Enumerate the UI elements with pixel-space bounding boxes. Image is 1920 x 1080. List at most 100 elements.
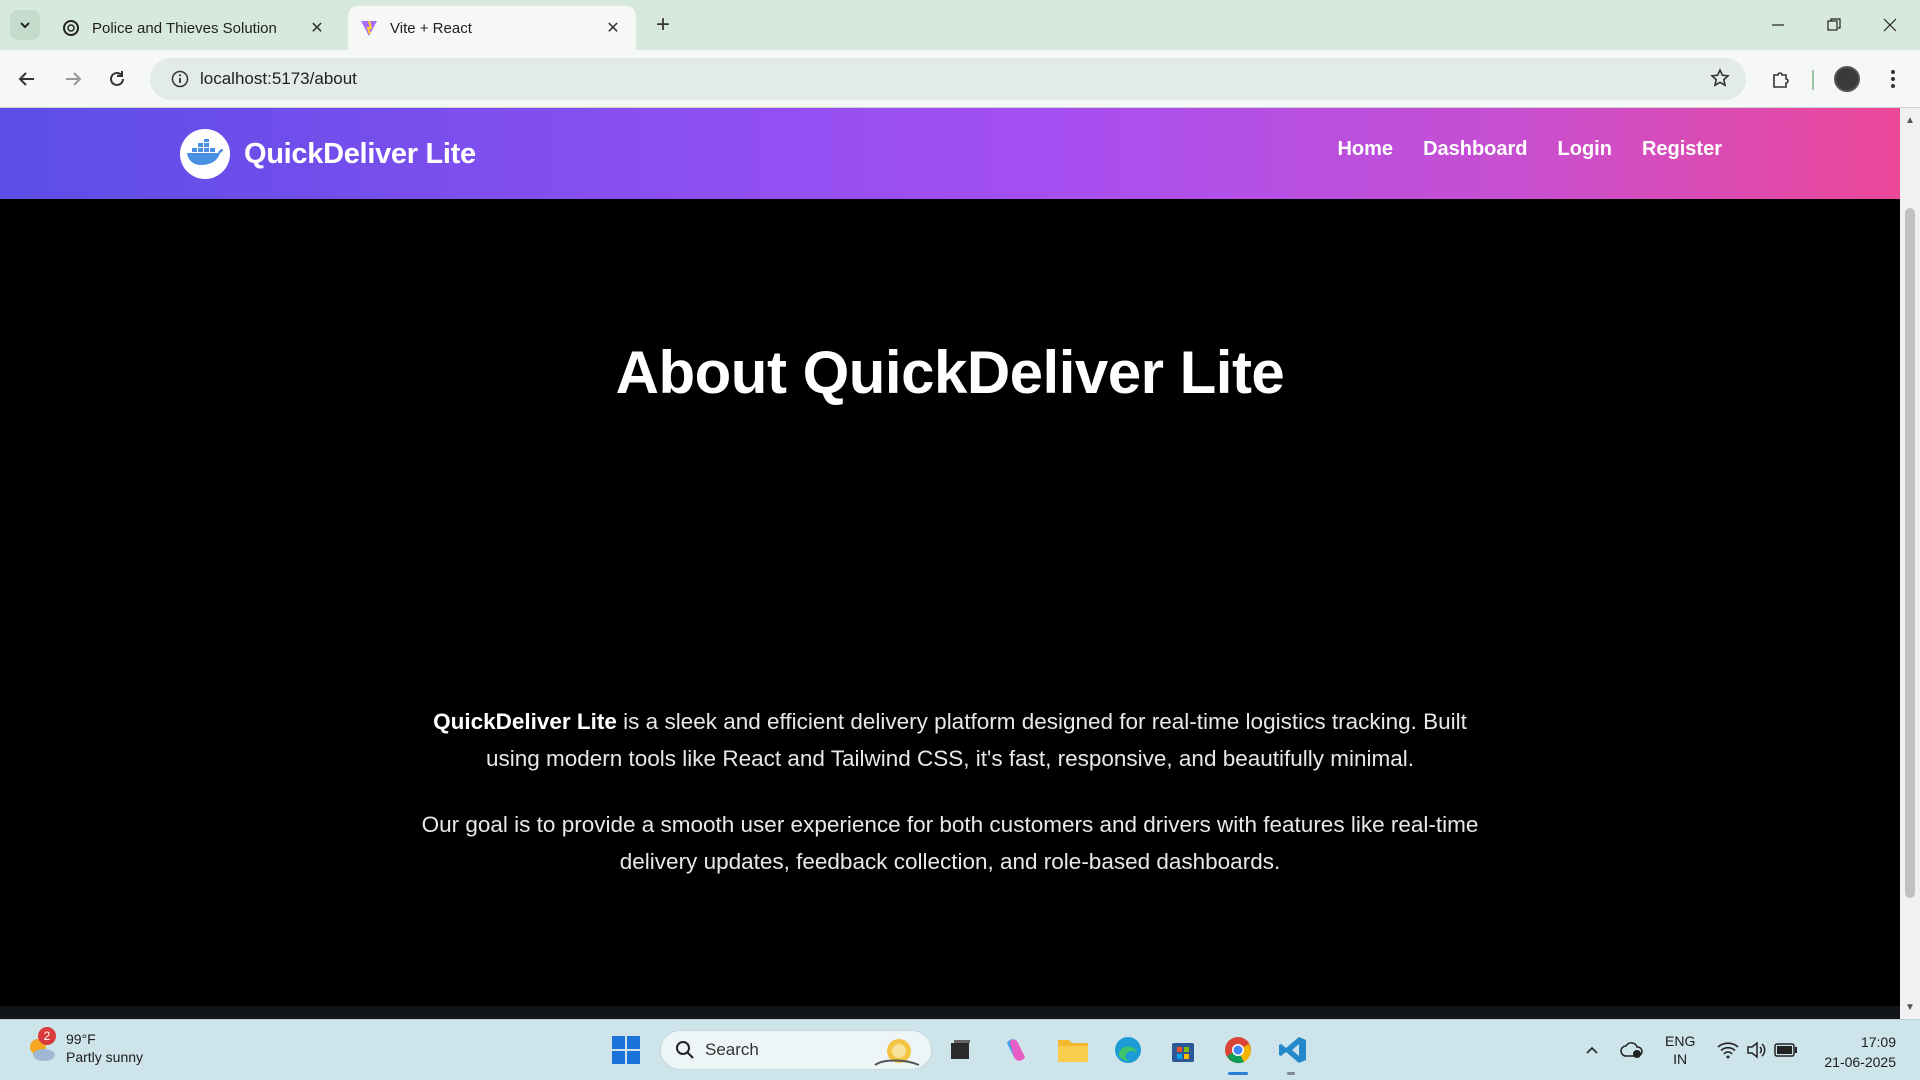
url-text: localhost:5173/about (200, 69, 357, 88)
arrow-left-icon (18, 72, 34, 86)
battery-button[interactable] (1768, 1032, 1804, 1068)
nav-link-register[interactable]: Register (1642, 138, 1722, 161)
tab-title: Vite + React (390, 19, 472, 37)
clock-date: 21-06-2025 (1824, 1054, 1896, 1070)
region-code: IN (1673, 1051, 1688, 1067)
chevron-down-icon (20, 22, 30, 29)
tab-search-button[interactable] (10, 10, 40, 40)
speaker-icon (1747, 1041, 1766, 1059)
scroll-up-arrow-icon[interactable]: ▲ (1904, 114, 1916, 126)
back-button[interactable] (12, 64, 42, 94)
partly-sunny-icon: 2 (24, 1027, 58, 1065)
wifi-icon (1717, 1042, 1739, 1059)
tab-police-thieves[interactable]: Police and Thieves Solution ✕ (50, 6, 340, 50)
task-view-icon (951, 1040, 970, 1059)
microsoft-store-button[interactable] (1165, 1032, 1201, 1068)
brand-link[interactable]: QuickDeliver Lite (180, 129, 476, 179)
close-icon (1883, 18, 1897, 32)
chrome-icon (1225, 1037, 1251, 1064)
search-placeholder: Search (705, 1040, 759, 1059)
about-paragraph-1-text: is a sleek and efficient delivery platfo… (485, 709, 1467, 771)
bookmark-star-icon[interactable] (1710, 68, 1730, 93)
tab-strip: Police and Thieves Solution ✕ Vite + Rea… (0, 0, 1920, 50)
page-viewport: QuickDeliver Lite Home Dashboard Login R… (0, 108, 1900, 1019)
page-scrollbar[interactable]: ▲ ▼ (1900, 108, 1920, 1019)
about-paragraph-2: Our goal is to provide a smooth user exp… (421, 812, 1479, 874)
site-info-icon[interactable] (160, 70, 200, 88)
restore-button[interactable] (1806, 0, 1862, 50)
close-icon[interactable]: ✕ (602, 17, 624, 39)
temperature: 99°F (66, 1031, 96, 1047)
extensions-button[interactable] (1766, 64, 1796, 94)
language-code: ENG (1665, 1033, 1696, 1049)
language-indicator[interactable]: ENG IN (1665, 1032, 1695, 1068)
weather-condition: Partly sunny (66, 1049, 144, 1065)
forward-button[interactable] (58, 64, 88, 94)
weather-widget[interactable]: 2 99°F Partly sunny (24, 1027, 143, 1066)
scroll-thumb[interactable] (1905, 208, 1915, 898)
minimize-button[interactable] (1750, 0, 1806, 50)
file-explorer-button[interactable] (1055, 1032, 1091, 1068)
close-window-button[interactable] (1862, 0, 1918, 50)
reload-button[interactable] (102, 64, 132, 94)
brand-highlight: QuickDeliver Lite (433, 709, 617, 734)
vscode-icon (1279, 1037, 1306, 1063)
close-icon[interactable]: ✕ (306, 17, 328, 39)
edge-icon (1115, 1037, 1141, 1063)
profile-button[interactable] (1832, 64, 1862, 94)
vscode-button[interactable] (1275, 1032, 1311, 1068)
avatar (1834, 66, 1860, 92)
battery-icon (1774, 1043, 1797, 1057)
start-button[interactable] (608, 1032, 644, 1068)
copilot-icon (1007, 1039, 1025, 1061)
taskbar-search[interactable]: Search (660, 1030, 932, 1070)
windows-logo-icon (612, 1036, 640, 1064)
chrome-button[interactable] (1220, 1032, 1256, 1068)
toolbar-divider (1812, 70, 1814, 90)
nav-links: Home Dashboard Login Register (1307, 138, 1722, 161)
scroll-down-arrow-icon[interactable]: ▼ (1904, 1001, 1916, 1013)
address-bar[interactable]: localhost:5173/about (150, 58, 1746, 100)
task-view-button[interactable] (942, 1032, 978, 1068)
folder-icon (1058, 1040, 1088, 1062)
docker-whale-logo-icon (180, 129, 230, 179)
nav-link-dashboard[interactable]: Dashboard (1423, 138, 1527, 161)
browser-toolbar: localhost:5173/about (0, 50, 1920, 108)
more-vertical-icon (1891, 70, 1895, 88)
brand-name: QuickDeliver Lite (244, 137, 476, 170)
page-title: About QuickDeliver Lite (615, 339, 1285, 406)
clock-time: 17:09 (1860, 1034, 1896, 1050)
browser-menu-button[interactable] (1878, 64, 1908, 94)
tab-title: Police and Thieves Solution (92, 19, 277, 37)
weather-alert-badge: 2 (38, 1027, 56, 1045)
store-icon (1172, 1043, 1194, 1062)
vscode-open-indicator (1287, 1072, 1295, 1075)
site-navbar: QuickDeliver Lite Home Dashboard Login R… (0, 108, 1900, 199)
minimize-icon (1772, 24, 1784, 26)
restore-icon (1827, 18, 1841, 31)
openai-icon (62, 19, 80, 37)
about-paragraph-1: QuickDeliver Lite is a sleek and efficie… (405, 703, 1495, 777)
nav-link-home[interactable]: Home (1337, 138, 1393, 161)
clock[interactable]: 17:09 21-06-2025 (1818, 1032, 1896, 1072)
search-highlight-icon (874, 1039, 920, 1066)
arrow-right-icon (66, 72, 82, 86)
vite-icon (360, 19, 378, 37)
cloud-sync-icon (1620, 1042, 1643, 1058)
chrome-active-indicator (1228, 1072, 1248, 1075)
puzzle-icon (1773, 72, 1789, 88)
edge-button[interactable] (1110, 1032, 1146, 1068)
new-tab-button[interactable]: + (650, 11, 676, 38)
search-icon (676, 1041, 694, 1059)
weather-text: 99°F Partly sunny (66, 1030, 143, 1066)
taskbar: 2 99°F Partly sunny Search ENG IN 17:09 … (0, 1019, 1920, 1080)
nav-link-login[interactable]: Login (1558, 138, 1612, 161)
tab-vite-react[interactable]: Vite + React ✕ (348, 6, 636, 50)
chevron-up-icon (1586, 1046, 1598, 1054)
reload-icon (110, 71, 124, 86)
footer-edge (0, 1006, 1900, 1019)
onedrive-button[interactable] (1614, 1032, 1650, 1068)
show-hidden-icons-button[interactable] (1574, 1032, 1610, 1068)
copilot-button[interactable] (998, 1032, 1034, 1068)
about-description: QuickDeliver Lite is a sleek and efficie… (405, 703, 1495, 909)
